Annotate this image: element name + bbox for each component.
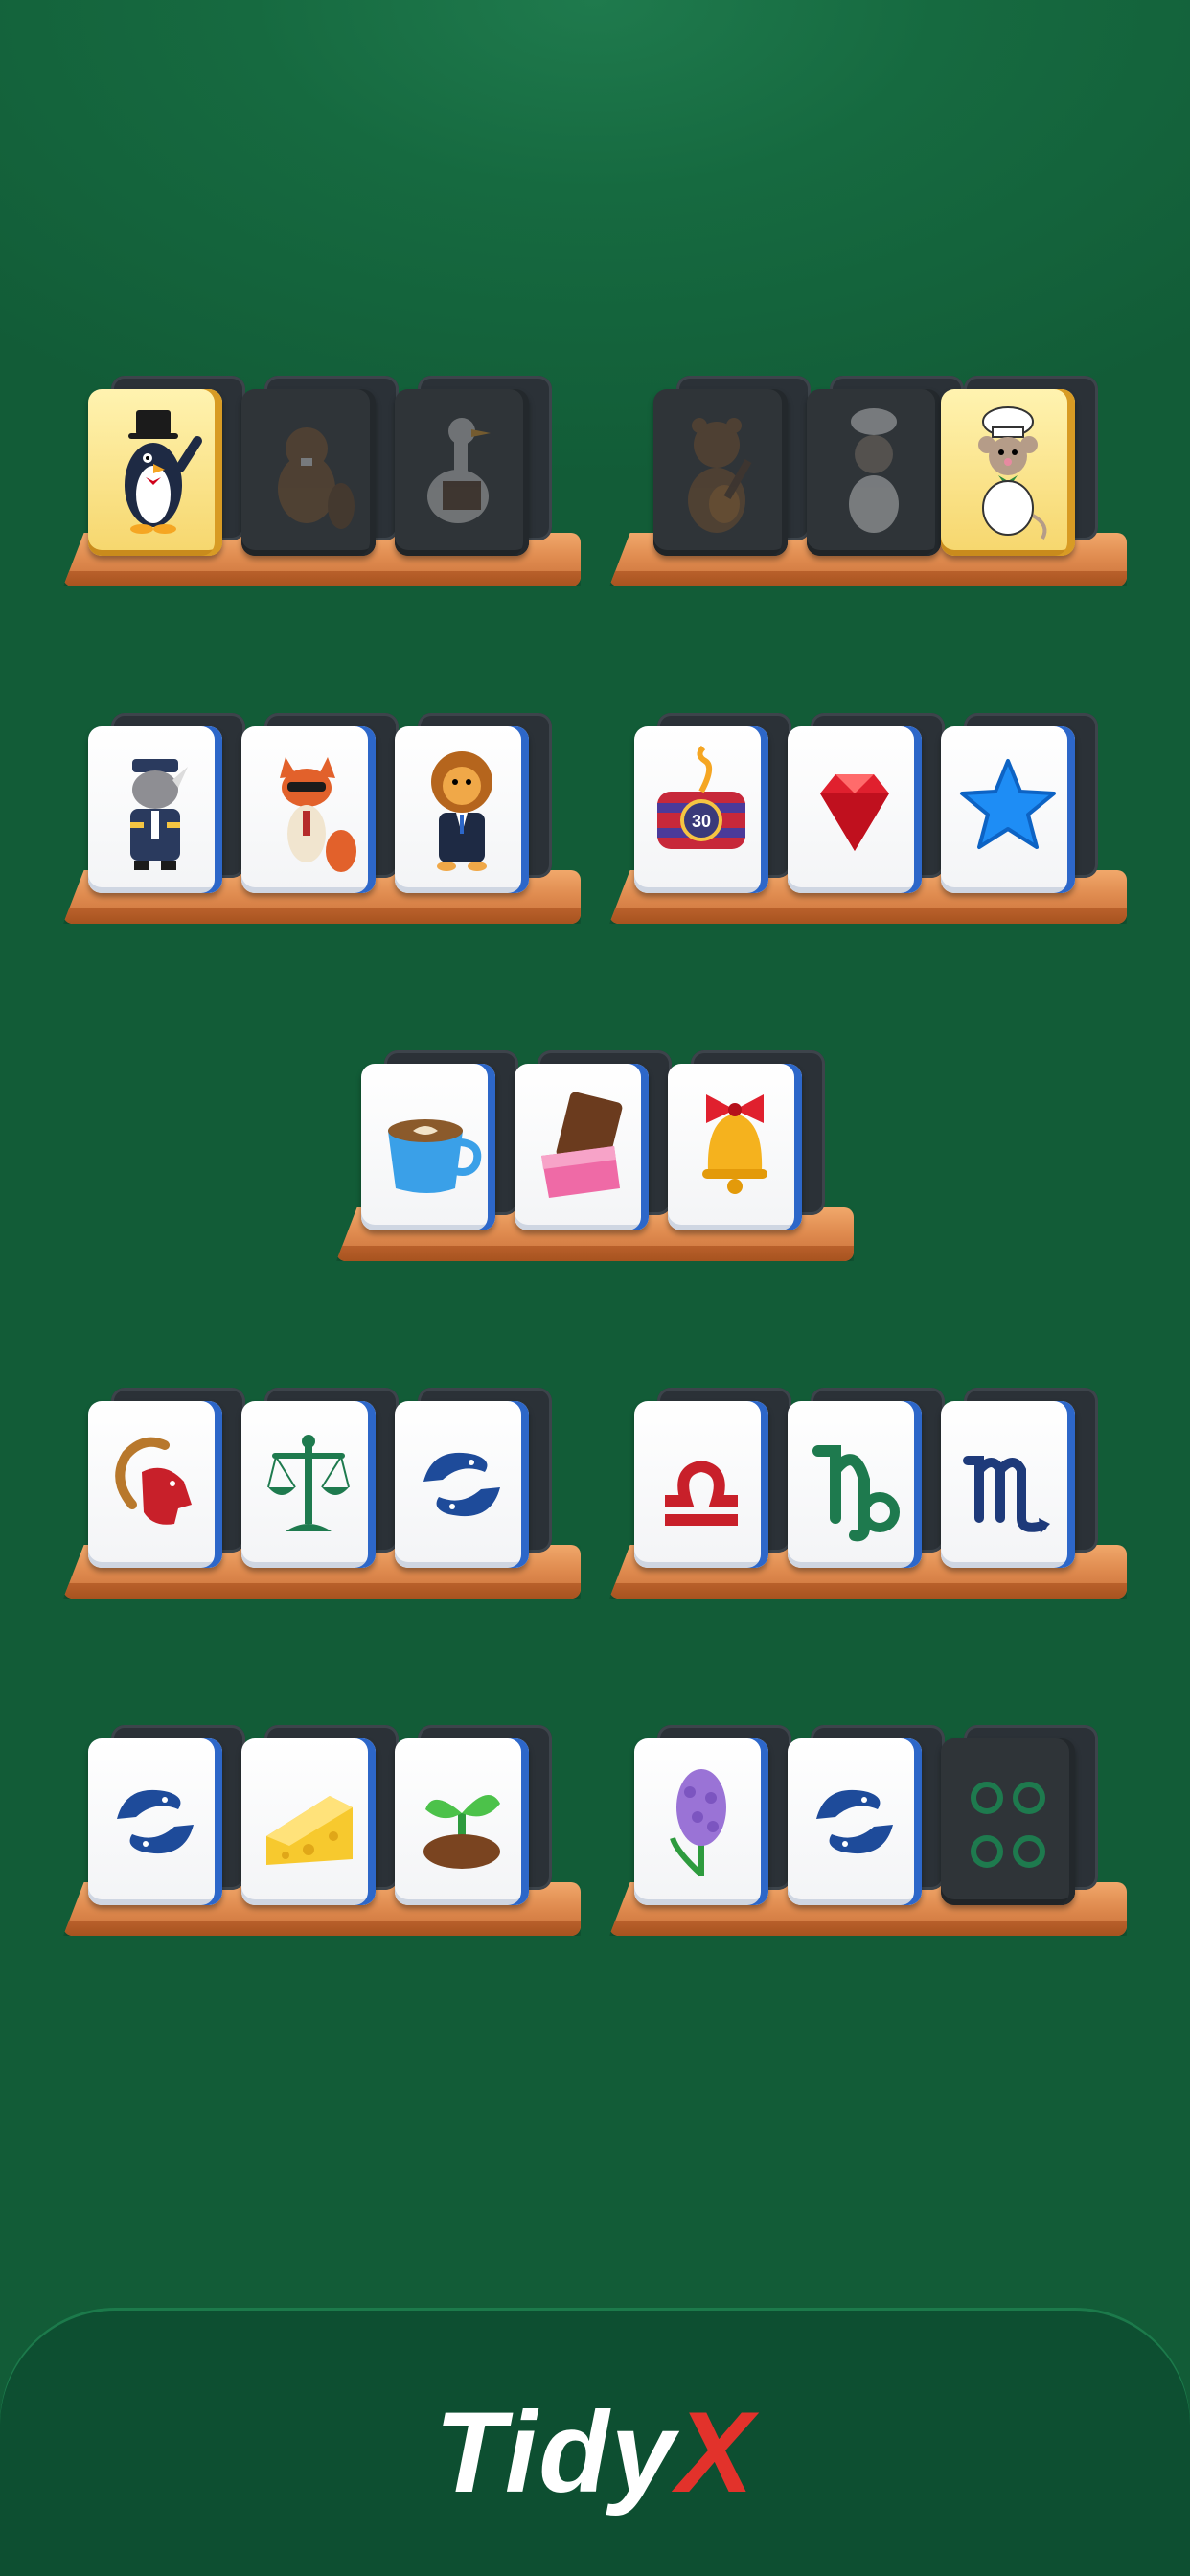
cheese-wedge-icon — [266, 1796, 353, 1865]
tile-slot[interactable] — [241, 376, 399, 567]
fox-with-sunglasses-icon — [280, 757, 356, 872]
tile-goose[interactable] — [395, 389, 529, 556]
sprout-icon — [423, 1795, 500, 1869]
tile-four-dots[interactable] — [941, 1738, 1075, 1905]
chef-mouse-icon — [978, 406, 1047, 540]
tile-slot[interactable] — [941, 713, 1098, 905]
pisces-fish-icon — [423, 1452, 500, 1517]
tile-libra-scales[interactable] — [241, 1401, 376, 1568]
red-gem-icon — [820, 774, 889, 851]
tile-libra-symbol[interactable] — [634, 1401, 768, 1568]
tile-slot[interactable] — [634, 1388, 791, 1579]
tile-slot[interactable] — [653, 376, 811, 567]
tile-slot[interactable] — [634, 1725, 791, 1917]
tile-rhino-pilot[interactable] — [88, 726, 222, 893]
tile-sprout[interactable] — [395, 1738, 529, 1905]
scorpio-symbol-icon — [963, 1456, 1050, 1533]
tile-capricorn[interactable] — [788, 1401, 922, 1568]
aries-ram-icon — [115, 1437, 192, 1525]
tile-slot[interactable] — [395, 713, 552, 905]
tile-slot[interactable] — [88, 1388, 245, 1579]
latte-cup-icon — [388, 1119, 482, 1193]
timer-label: 30 — [692, 812, 711, 831]
tile-lion[interactable] — [395, 726, 529, 893]
tile-slot[interactable] — [941, 1725, 1098, 1917]
tile-scorpio[interactable] — [941, 1401, 1075, 1568]
shelf-row2-left — [63, 694, 581, 924]
logo-text: Tidy — [434, 2388, 677, 2517]
tile-latte[interactable] — [361, 1064, 495, 1230]
tile-chef-mouse[interactable] — [941, 389, 1075, 556]
tile-bell[interactable] — [668, 1064, 802, 1230]
app-logo: TidyX — [0, 2386, 1190, 2518]
tile-pisces[interactable] — [88, 1738, 222, 1905]
tile-chocolate[interactable] — [515, 1064, 649, 1230]
tile-pisces[interactable] — [395, 1401, 529, 1568]
tile-slot[interactable] — [788, 1725, 945, 1917]
game-board: 30 — [0, 0, 1190, 2576]
red-bow-bell-icon — [702, 1094, 767, 1194]
chocolate-bar-icon — [541, 1092, 623, 1198]
shelf-row4-left — [63, 1368, 581, 1598]
tile-slot[interactable] — [668, 1050, 825, 1242]
shelf-row3-center — [336, 1031, 854, 1261]
hyacinth-flower-icon — [670, 1769, 726, 1877]
chef-mouse-icon — [849, 408, 899, 533]
capricorn-symbol-icon — [812, 1445, 900, 1542]
tile-bear-guitar[interactable] — [653, 389, 788, 556]
penguin-in-top-hat-icon — [125, 410, 202, 534]
tile-slot[interactable] — [88, 713, 245, 905]
libra-symbol-icon — [665, 1460, 738, 1526]
tile-pisces[interactable] — [788, 1738, 922, 1905]
tile-slot[interactable] — [395, 1725, 552, 1917]
shelf-row1-left — [63, 356, 581, 586]
tile-slot[interactable] — [515, 1050, 672, 1242]
bear-with-guitar-icon — [688, 418, 752, 533]
tile-beaver[interactable] — [241, 389, 376, 556]
tile-red-gem[interactable] — [788, 726, 922, 893]
pisces-fish-icon — [117, 1789, 194, 1854]
goose-icon — [427, 418, 491, 523]
tile-slot[interactable] — [395, 1388, 552, 1579]
tile-hyacinth[interactable] — [634, 1738, 768, 1905]
tile-slot[interactable] — [941, 376, 1098, 567]
tile-slot[interactable] — [807, 376, 964, 567]
tile-slot[interactable] — [395, 376, 552, 567]
tile-blue-star[interactable] — [941, 726, 1075, 893]
tile-slot[interactable] — [88, 376, 245, 567]
shelf-row2-right: 30 — [609, 694, 1127, 924]
tile-slot[interactable] — [88, 1725, 245, 1917]
tile-cheese[interactable] — [241, 1738, 376, 1905]
tile-slot[interactable] — [941, 1388, 1098, 1579]
tile-slot[interactable] — [361, 1050, 518, 1242]
shelf-row1-right — [609, 356, 1127, 586]
tile-penguin[interactable] — [88, 389, 222, 556]
dynamite-timer-icon: 30 — [657, 745, 745, 849]
tile-fox[interactable] — [241, 726, 376, 893]
rhino-pilot-icon — [130, 759, 188, 870]
tile-slot[interactable]: 30 — [634, 713, 791, 905]
shelf-row5-right — [609, 1706, 1127, 1936]
pisces-fish-icon — [816, 1789, 893, 1854]
tile-aries[interactable] — [88, 1401, 222, 1568]
tile-slot[interactable] — [788, 1388, 945, 1579]
beaver-icon — [278, 427, 355, 529]
libra-scales-icon — [267, 1435, 350, 1531]
shelf-row4-right — [609, 1368, 1127, 1598]
tile-slot[interactable] — [788, 713, 945, 905]
four-dots-icon — [971, 1782, 1045, 1868]
shelf-row5-left — [63, 1706, 581, 1936]
tile-slot[interactable] — [241, 1725, 399, 1917]
tile-slot[interactable] — [241, 1388, 399, 1579]
tile-chef-mouse-locked[interactable] — [807, 389, 941, 556]
logo-accent: X — [676, 2388, 756, 2517]
blue-star-icon — [960, 759, 1056, 849]
lion-in-suit-icon — [431, 751, 492, 871]
tile-dynamite[interactable]: 30 — [634, 726, 768, 893]
tile-slot[interactable] — [241, 713, 399, 905]
